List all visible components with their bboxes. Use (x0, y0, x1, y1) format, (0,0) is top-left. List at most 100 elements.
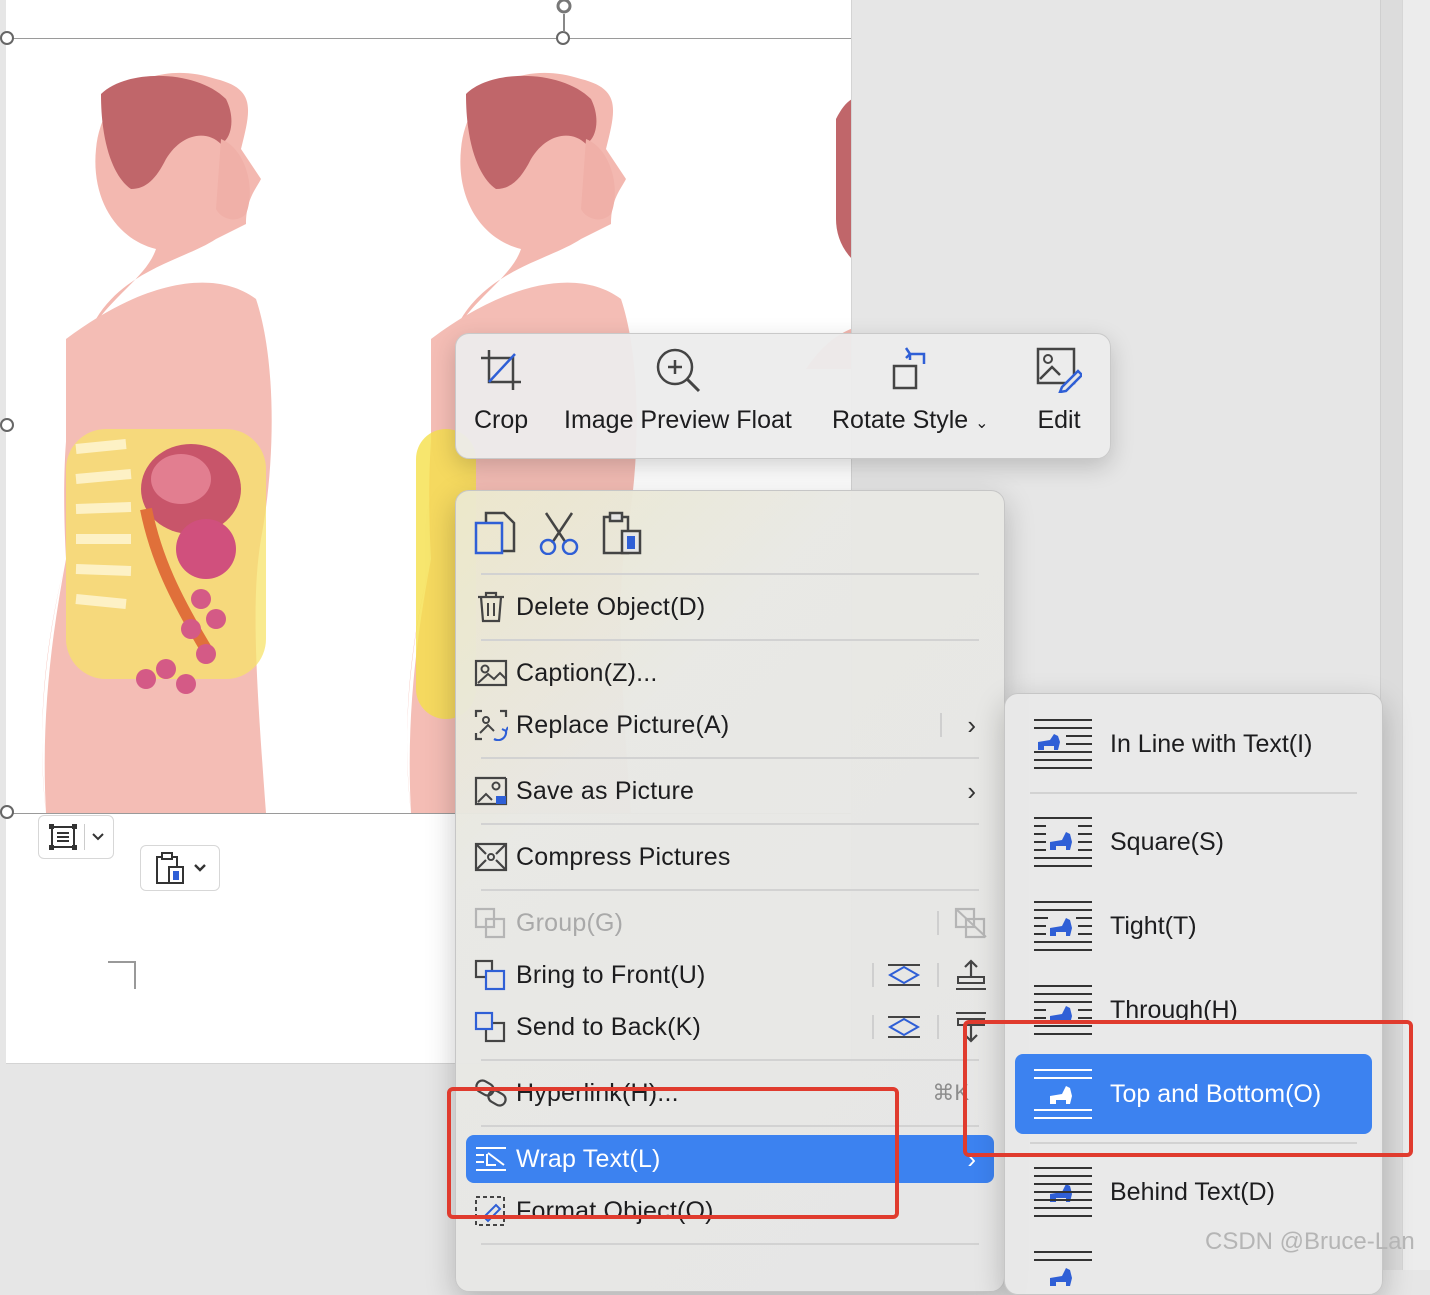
crop-button[interactable]: Crop (474, 344, 528, 435)
clipboard-icon (156, 852, 184, 884)
image-edit-icon (1036, 347, 1082, 393)
picture-float-toolbar: Crop Image Preview Float Rotate Style ⌄ (455, 333, 1111, 459)
rotate-style-label: Rotate Style ⌄ (832, 406, 989, 435)
wrap-option-through[interactable]: Through(H) (1015, 970, 1372, 1050)
menu-item-label: Wrap Text(L) (516, 1144, 661, 1173)
wrap-option-label: Behind Text(D) (1110, 1177, 1275, 1206)
link-icon (466, 1078, 516, 1108)
image-preview-float-button[interactable]: Image Preview Float (564, 344, 792, 435)
chevron-down-icon (194, 864, 206, 872)
wrap-option-top-and-bottom[interactable]: Top and Bottom(O) (1015, 1054, 1372, 1134)
menu-item-label: Bring to Front(U) (516, 960, 706, 989)
format-object-icon (466, 1195, 516, 1227)
paragraph-corner-mark (108, 961, 136, 989)
menu-divider (937, 1015, 939, 1039)
wrap-tight-icon (1015, 900, 1110, 952)
chevron-down-icon: ⌄ (975, 415, 989, 432)
menu-separator (481, 889, 979, 891)
menu-item-caption[interactable]: Caption(Z)... (466, 649, 994, 697)
rotate-style-button[interactable]: Rotate Style ⌄ (832, 344, 989, 435)
menu-item-format-object[interactable]: Format Object(O) (466, 1187, 994, 1235)
menu-item-label: Hyperlink(H)... (516, 1078, 679, 1107)
wrap-option-label: Through(H) (1110, 995, 1238, 1024)
menu-item-label: Compress Pictures (516, 842, 731, 871)
copy-button[interactable] (474, 511, 518, 555)
chevron-right-icon: › (967, 1143, 976, 1174)
wrap-inline-icon (1015, 718, 1110, 770)
rotate-handle-line (563, 14, 565, 32)
menu-item-label: Caption(Z)... (516, 658, 658, 687)
wrap-square-icon (1015, 816, 1110, 868)
wrap-option-label: Top and Bottom(O) (1110, 1079, 1322, 1108)
wrap-option-label: Tight(T) (1110, 911, 1197, 940)
paste-options-button[interactable] (140, 845, 220, 891)
vertical-scrollbar[interactable] (1380, 0, 1403, 1270)
layout-options-button[interactable] (38, 815, 114, 859)
save-picture-icon (466, 776, 516, 806)
bring-to-front-icon (466, 959, 516, 991)
bring-to-top-icon (954, 959, 988, 996)
ungroup-icon (954, 907, 988, 944)
replace-picture-icon (466, 709, 516, 741)
menu-item-delete-object[interactable]: Delete Object(D) (466, 583, 994, 631)
edit-button[interactable]: Edit (1036, 344, 1082, 435)
menu-item-label: Send to Back(K) (516, 1012, 702, 1041)
side-panel-edge (1402, 0, 1430, 1270)
picture-caption-icon (466, 659, 516, 687)
wrap-through-icon (1015, 984, 1110, 1036)
send-to-back-icon (466, 1011, 516, 1043)
wrap-text-submenu: In Line with Text(I) Square(S) Tight(T) … (1004, 693, 1383, 1295)
menu-item-bring-to-front[interactable]: Bring to Front(U) (466, 951, 994, 999)
resize-handle-bottom-left[interactable] (0, 805, 14, 819)
menu-divider (872, 963, 874, 987)
menu-item-compress-pictures[interactable]: Compress Pictures (466, 833, 994, 881)
menu-separator (481, 573, 979, 575)
menu-item-group: Group(G) (466, 899, 994, 947)
wrap-option-behind-text[interactable]: Behind Text(D) (1015, 1152, 1372, 1232)
menu-item-label: Delete Object(D) (516, 592, 706, 621)
wrap-option-in-line[interactable]: In Line with Text(I) (1015, 704, 1372, 784)
edit-label: Edit (1037, 406, 1081, 434)
trash-icon (466, 591, 516, 623)
chevron-right-icon: › (967, 709, 976, 740)
menu-separator (481, 823, 979, 825)
wrap-behind-icon (1015, 1166, 1110, 1218)
wrap-front-icon (1015, 1250, 1110, 1294)
cut-button[interactable] (536, 511, 582, 556)
resize-handle-top-center[interactable] (556, 31, 570, 45)
shortcut-text: ⌘K (932, 1080, 969, 1105)
menu-item-replace-picture[interactable]: Replace Picture(A) › (466, 701, 994, 749)
submenu-separator (1030, 792, 1357, 794)
chevron-down-icon (91, 833, 104, 841)
image-preview-float-label: Image Preview Float (564, 406, 792, 434)
compress-icon (466, 842, 516, 872)
wrap-option-square[interactable]: Square(S) (1015, 802, 1372, 882)
menu-item-hyperlink[interactable]: Hyperlink(H)... ⌘K (466, 1069, 994, 1117)
bring-forward-icon (886, 959, 922, 996)
wrap-option-label: Square(S) (1110, 827, 1224, 856)
resize-handle-top-left[interactable] (0, 31, 14, 45)
menu-item-save-as-picture[interactable]: Save as Picture › (466, 767, 994, 815)
menu-separator (481, 1243, 979, 1245)
wrap-option-tight[interactable]: Tight(T) (1015, 886, 1372, 966)
menu-divider (937, 911, 939, 935)
paste-button[interactable] (600, 511, 644, 555)
menu-item-wrap-text[interactable]: Wrap Text(L) › (466, 1135, 994, 1183)
watermark: CSDN @Bruce-Lan (1205, 1228, 1415, 1255)
menu-divider (937, 963, 939, 987)
resize-handle-middle-left[interactable] (0, 418, 14, 432)
submenu-separator (1030, 1142, 1357, 1144)
menu-separator (481, 1125, 979, 1127)
wrap-top-bottom-icon (1015, 1068, 1110, 1120)
menu-item-label: Group(G) (516, 908, 624, 937)
wrap-text-icon (466, 1145, 516, 1173)
menu-item-label: Save as Picture (516, 776, 695, 805)
menu-item-send-to-back[interactable]: Send to Back(K) (466, 1003, 994, 1051)
rotate-style-text: Rotate Style (832, 406, 969, 434)
menu-separator (481, 639, 979, 641)
mini-divider (83, 824, 85, 850)
rotate-icon (893, 347, 926, 390)
menu-divider (872, 1015, 874, 1039)
send-backward-icon (886, 1011, 922, 1048)
group-icon (466, 907, 516, 939)
